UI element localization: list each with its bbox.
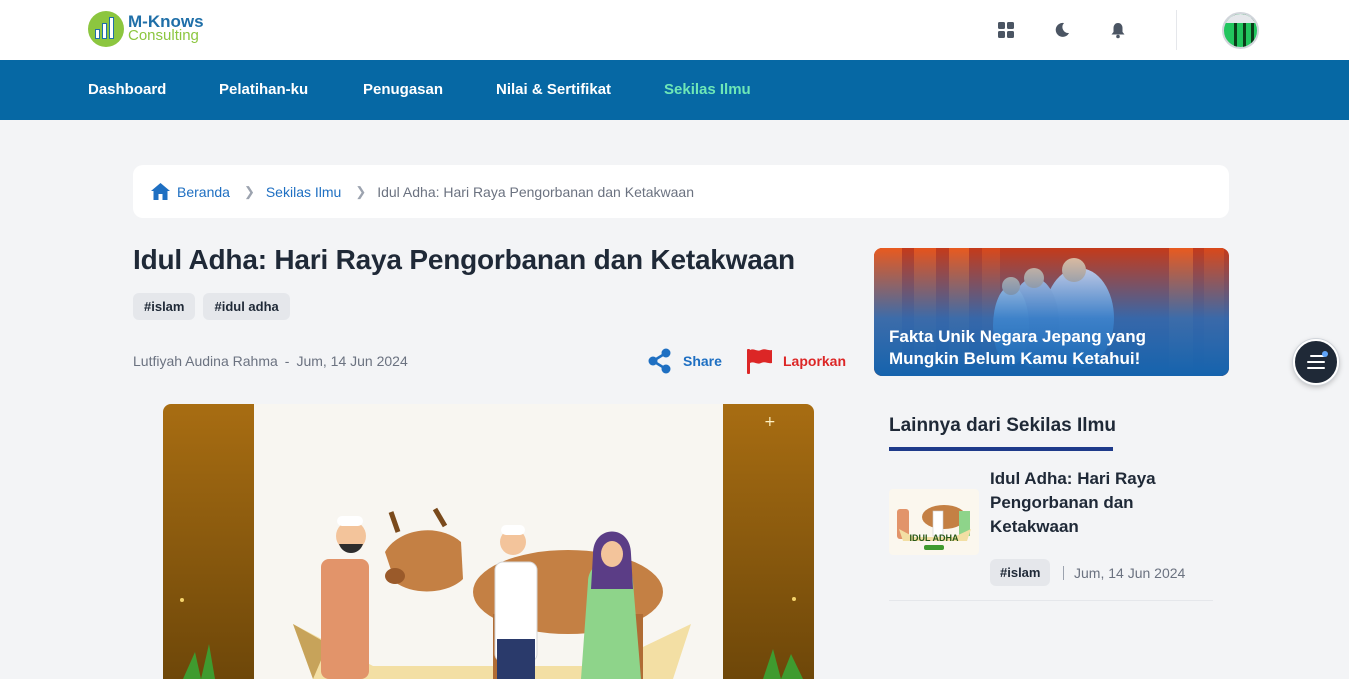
nav-item-nilai-sertifikat[interactable]: Nilai & Sertifikat: [496, 81, 611, 98]
flag-icon: [747, 349, 772, 374]
chevron-right-icon: ❯: [243, 183, 255, 199]
related-article-title: Idul Adha: Hari Raya Pengorbanan dan Ket…: [990, 469, 1156, 536]
share-icon: [648, 348, 671, 374]
article-author: Lutfiyah Audina Rahma: [133, 353, 278, 369]
article-meta: Lutfiyah Audina Rahma - Jum, 14 Jun 2024: [133, 353, 408, 369]
tag-islam[interactable]: #islam: [133, 293, 196, 320]
meta-separator: -: [284, 353, 290, 369]
chevron-right-icon: ❯: [355, 183, 367, 199]
article-tags: #islam #idul adha: [133, 293, 290, 320]
share-label: Share: [683, 353, 722, 369]
article-date: Jum, 14 Jun 2024: [296, 353, 408, 369]
main-nav: Dashboard Pelatihan-ku Penugasan Nilai &…: [0, 60, 1349, 120]
related-article-tag[interactable]: #islam: [990, 559, 1051, 586]
logo-mark-icon: [88, 11, 124, 47]
banner-caption-line1: Fakta Unik Negara Jepang yang: [889, 327, 1146, 346]
article-hero-image: +: [163, 404, 814, 679]
report-button[interactable]: Laporkan: [746, 347, 846, 374]
bell-icon[interactable]: [1108, 18, 1128, 42]
breadcrumb-home[interactable]: Beranda: [151, 183, 230, 200]
related-article-card[interactable]: IDUL ADHA Idul Adha: Hari Raya Pengorban…: [889, 465, 1213, 601]
notification-dot: [1322, 351, 1328, 357]
avatar[interactable]: [1222, 12, 1259, 49]
nav-item-dashboard[interactable]: Dashboard: [88, 81, 166, 98]
share-button[interactable]: Share: [648, 348, 722, 374]
top-bar: M-Knows Consulting: [0, 0, 1349, 60]
nav-item-sekilas-ilmu[interactable]: Sekilas Ilmu: [664, 81, 751, 98]
featured-banner[interactable]: Fakta Unik Negara Jepang yang Mungkin Be…: [874, 248, 1229, 376]
nav-item-pelatihan-ku[interactable]: Pelatihan-ku: [219, 81, 308, 98]
svg-text:+: +: [764, 414, 776, 430]
breadcrumb-home-label: Beranda: [177, 183, 230, 200]
breadcrumb: Beranda ❯ Sekilas Ilmu ❯ Idul Adha: Hari…: [133, 165, 1229, 218]
floating-menu-button[interactable]: [1293, 339, 1339, 385]
breadcrumb-section[interactable]: Sekilas Ilmu: [266, 184, 341, 200]
tag-idul-adha[interactable]: #idul adha: [203, 293, 290, 320]
related-article-date: Jum, 14 Jun 2024: [1063, 565, 1185, 581]
related-section-title: Lainnya dari Sekilas Ilmu: [889, 415, 1117, 436]
related-article-thumbnail: IDUL ADHA: [889, 489, 979, 555]
nav-item-penugasan[interactable]: Penugasan: [363, 81, 443, 98]
home-icon: [151, 183, 170, 200]
breadcrumb-current: Idul Adha: Hari Raya Pengorbanan dan Ket…: [377, 183, 694, 200]
moon-icon[interactable]: [1052, 18, 1072, 42]
banner-caption: Fakta Unik Negara Jepang yang Mungkin Be…: [889, 326, 1146, 370]
report-label: Laporkan: [783, 352, 847, 369]
logo-subtitle: Consulting: [128, 27, 199, 44]
banner-caption-line2: Mungkin Belum Kamu Ketahui!: [889, 349, 1141, 368]
section-underline: [889, 447, 1113, 451]
article-title: Idul Adha: Hari Raya Pengorbanan dan Ket…: [133, 244, 795, 275]
header-divider: [1176, 10, 1177, 50]
logo[interactable]: M-Knows Consulting: [88, 11, 204, 47]
apps-grid-icon[interactable]: [996, 18, 1016, 42]
related-thumb-text: IDUL ADHA: [910, 533, 959, 543]
